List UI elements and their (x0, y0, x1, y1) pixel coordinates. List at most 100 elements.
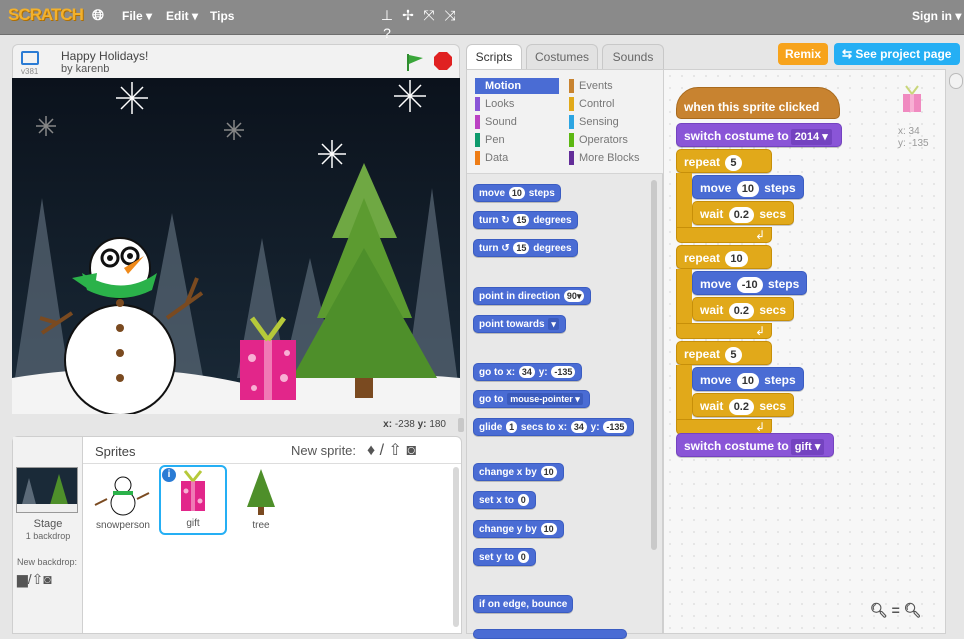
block-glide[interactable]: glide 1 secs to x: 34 y: -135 (473, 418, 635, 436)
info-icon[interactable]: i (162, 468, 176, 482)
scripts-area[interactable]: when this sprite clicked switch costume … (663, 69, 946, 634)
category-label: Events (579, 80, 613, 92)
zoom-out-icon[interactable]: 🔍︎ (870, 602, 888, 618)
repeat-block[interactable]: repeat 5 (676, 341, 772, 365)
rotate-left-icon: ↺ (501, 243, 510, 254)
version-label: v381 (21, 67, 39, 76)
category-label: Data (485, 152, 509, 164)
sign-in-menu[interactable]: Sign in ▾ (912, 9, 961, 23)
category-label: Sensing (579, 116, 619, 128)
block-turn-right[interactable]: turn ↻ 15 degrees (473, 211, 578, 229)
hat-block[interactable]: when this sprite clicked (676, 87, 840, 119)
stage-coordinates: x: -238 y: 180 (12, 414, 464, 436)
zoom-reset-icon[interactable]: = (892, 602, 900, 618)
block-point-direction[interactable]: point in direction 90▾ (473, 287, 592, 305)
backdrop-library-icon[interactable]: ▆ (17, 571, 28, 587)
category-operators[interactable]: Operators (569, 132, 659, 148)
stage-canvas[interactable] (12, 78, 460, 414)
stop-icon[interactable] (433, 51, 453, 71)
current-sprite-x: x: 34 (898, 126, 920, 137)
grow-icon[interactable]: ⤧ (420, 6, 438, 24)
category-sound[interactable]: Sound (475, 114, 559, 130)
repeat-arm (676, 365, 692, 421)
sprite-tree[interactable]: tree (229, 467, 293, 533)
palette-blocks: move 10 steps turn ↻ 15 degrees turn ↺ 1… (467, 175, 664, 639)
shrink-icon[interactable]: ⤨ (441, 6, 459, 24)
category-pen[interactable]: Pen (475, 132, 559, 148)
green-flag-icon[interactable] (405, 52, 425, 72)
move-block[interactable]: move 10 steps (692, 367, 804, 391)
wait-block[interactable]: wait 0.2 secs (692, 201, 795, 225)
backpack-toggle-icon[interactable] (949, 73, 963, 89)
block-bounce[interactable]: if on edge, bounce (473, 595, 574, 613)
x-value: -238 (394, 419, 415, 430)
switch-costume-block[interactable]: switch costume to 2014 ▾ (676, 123, 842, 147)
zoom-in-icon[interactable]: 🔍︎ (904, 602, 922, 618)
block-move[interactable]: move 10 steps (473, 184, 561, 202)
sprite-snowperson[interactable]: snowperson (91, 467, 155, 533)
category-label: Pen (485, 134, 505, 146)
upload-backdrop-icon[interactable]: ⇧ (32, 571, 44, 587)
repeat-block[interactable]: repeat 5 (676, 149, 772, 173)
category-sensing[interactable]: Sensing (569, 114, 659, 130)
edit-menu[interactable]: Edit ▾ (166, 9, 198, 23)
category-list: Motion Looks Sound Pen Data Events Contr… (467, 70, 664, 174)
repeat-arm (676, 269, 692, 325)
sprite-pane-scrollbar[interactable] (453, 467, 459, 627)
sprite-library-icon[interactable]: ♦ (367, 442, 375, 459)
wait-block[interactable]: wait 0.2 secs (692, 393, 795, 417)
block-set-x[interactable]: set x to 0 (473, 491, 536, 509)
tab-costumes[interactable]: Costumes (526, 44, 598, 70)
fullscreen-icon[interactable] (21, 51, 39, 65)
block-change-y[interactable]: change y by 10 (473, 520, 564, 538)
category-label: Control (579, 98, 615, 110)
category-more-blocks[interactable]: More Blocks (569, 150, 659, 166)
block-partial[interactable] (473, 629, 627, 639)
tab-sounds[interactable]: Sounds (602, 44, 664, 70)
new-backdrop-label: New backdrop: (17, 557, 78, 567)
upload-sprite-icon[interactable]: ⇧ (389, 442, 402, 459)
paint-sprite-icon[interactable]: / (380, 442, 384, 459)
block-turn-left[interactable]: turn ↺ 15 degrees (473, 239, 578, 257)
duplicate-icon[interactable]: ⊥ (378, 6, 396, 24)
stage-backdrop-count: 1 backdrop (25, 531, 71, 541)
file-menu[interactable]: File ▾ (122, 9, 152, 23)
category-data[interactable]: Data (475, 150, 559, 166)
palette-scrollbar[interactable] (651, 180, 657, 550)
block-point-towards[interactable]: point towards ▾ (473, 315, 566, 333)
move-block[interactable]: move -10 steps (692, 271, 808, 295)
tips-menu[interactable]: Tips (210, 9, 234, 23)
remix-button[interactable]: Remix (778, 43, 828, 65)
see-project-page-button[interactable]: ⇆ See project page (834, 43, 960, 65)
sprite-gift[interactable]: i gift (159, 465, 227, 535)
category-control[interactable]: Control (569, 96, 659, 112)
zoom-controls: 🔍︎ = 🔍︎ (870, 602, 922, 619)
collapse-stage-handle[interactable] (458, 418, 464, 432)
hat-label: when this sprite clicked (684, 100, 820, 114)
globe-icon[interactable]: 🌐︎ (92, 7, 104, 24)
help-icon[interactable]: ? (378, 24, 396, 42)
category-events[interactable]: Events (569, 78, 659, 94)
block-set-y[interactable]: set y to 0 (473, 548, 536, 566)
rotate-right-icon: ↻ (501, 215, 510, 226)
switch-costume-block[interactable]: switch costume to gift ▾ (676, 433, 835, 457)
sprite-name: snowperson (96, 520, 150, 531)
scratch-logo[interactable]: SCRATCH (8, 5, 84, 25)
wait-block[interactable]: wait 0.2 secs (692, 297, 795, 321)
repeat-block[interactable]: repeat 10 (676, 245, 772, 269)
stage-thumbnail[interactable] (16, 467, 78, 513)
camera-sprite-icon[interactable]: ◙ (406, 442, 416, 459)
category-label: Sound (485, 116, 517, 128)
move-block[interactable]: move 10 steps (692, 175, 804, 199)
category-looks[interactable]: Looks (475, 96, 559, 112)
category-motion[interactable]: Motion (475, 78, 559, 94)
editor-tabs: Scripts Costumes Sounds (466, 44, 666, 70)
block-change-x[interactable]: change x by 10 (473, 463, 564, 481)
delete-icon[interactable]: ✢ (399, 6, 417, 24)
block-goto[interactable]: go to mouse-pointer ▾ (473, 390, 590, 408)
tab-scripts[interactable]: Scripts (466, 44, 522, 70)
see-project-label: See project page (855, 47, 952, 61)
camera-backdrop-icon[interactable]: ◙ (43, 571, 51, 587)
block-goto-xy[interactable]: go to x: 34 y: -135 (473, 363, 583, 381)
project-author: by karenb (61, 63, 110, 75)
